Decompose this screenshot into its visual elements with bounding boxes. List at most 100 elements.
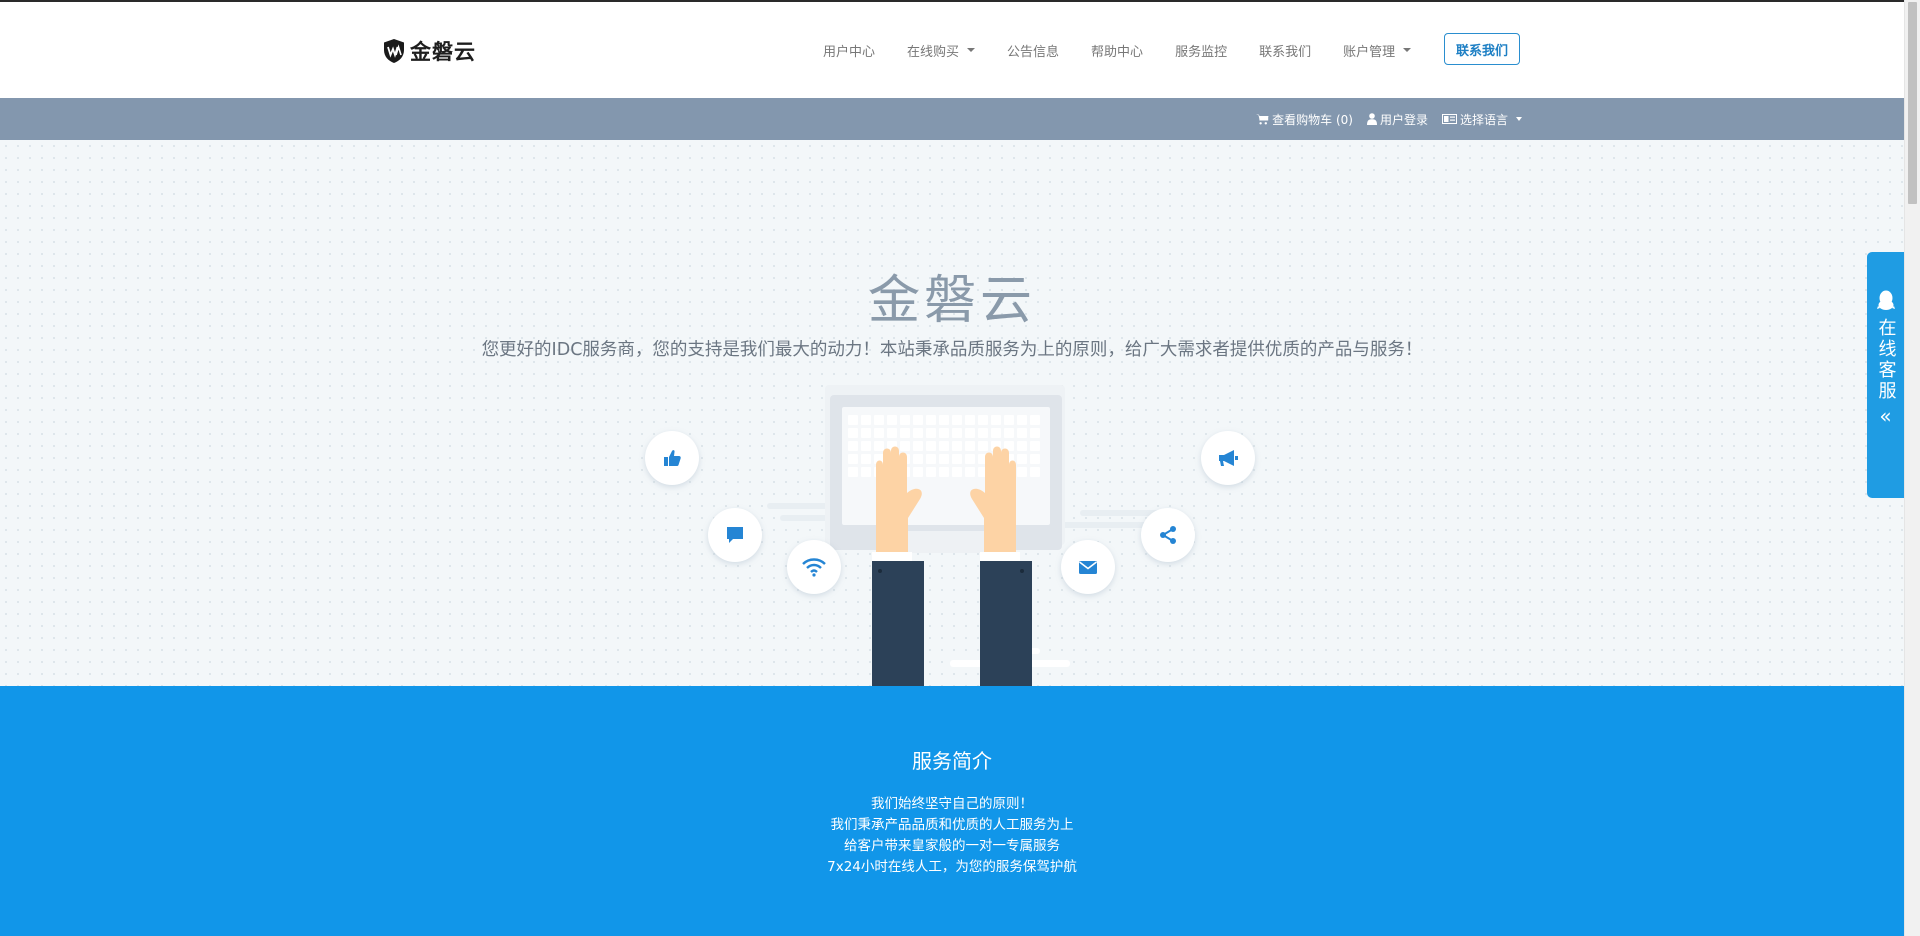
keyboard-key — [1017, 454, 1027, 464]
nav-label: 服务监控 — [1175, 44, 1228, 60]
hero-banner: 金磐云 您更好的IDC服务商，您的支持是我们最大的动力！本站秉承品质服务为上的原… — [0, 140, 1904, 686]
envelope-badge — [1061, 540, 1115, 594]
nav-item-contact-us[interactable]: 联系我们 — [1259, 41, 1311, 60]
keyboard-key — [913, 454, 923, 464]
shield-logo-icon — [384, 39, 404, 63]
service-description: 我们始终坚守自己的原则！ 我们秉承产品品质和优质的人工服务为上 给客户带来皇家般… — [0, 794, 1904, 878]
keyboard-key — [952, 415, 962, 425]
chevron-down-icon — [1403, 48, 1412, 52]
online-support-tab[interactable]: 在线客服 « — [1867, 252, 1904, 498]
thumbs-up-badge — [645, 431, 699, 485]
nav-item-service-monitor[interactable]: 服务监控 — [1175, 41, 1227, 60]
keyboard-key — [939, 428, 949, 438]
keyboard-key — [861, 467, 871, 477]
share-icon — [1160, 526, 1176, 544]
keyboard-key — [991, 428, 1001, 438]
keyboard-key — [952, 467, 962, 477]
keyboard-key — [913, 415, 923, 425]
keyboard-key — [965, 454, 975, 464]
keyboard-key — [1017, 467, 1027, 477]
keyboard-key — [861, 441, 871, 451]
service-line: 给客户带来皇家般的一对一专属服务 — [844, 838, 1060, 854]
thumbs-up-icon — [664, 450, 681, 466]
keyboard-key — [926, 441, 936, 451]
keyboard-key — [926, 428, 936, 438]
keyboard-key — [926, 415, 936, 425]
keyboard-key — [939, 454, 949, 464]
keyboard-key — [1004, 415, 1014, 425]
wifi-badge — [787, 540, 841, 594]
keyboard-key — [978, 428, 988, 438]
user-login-link[interactable]: 用户登录 — [1366, 111, 1428, 128]
nav-label: 账户管理 — [1343, 44, 1396, 60]
keyboard-key — [991, 415, 1001, 425]
site-logo[interactable]: 金磐云 — [382, 36, 476, 66]
utility-bar: 查看购物车 (0) 用户登录 选择语言 — [0, 98, 1904, 140]
language-icon — [1441, 114, 1457, 124]
chevron-down-icon — [1516, 117, 1522, 121]
keyboard-key — [1030, 428, 1040, 438]
nav-label: 帮助中心 — [1091, 44, 1144, 60]
comment-icon — [727, 527, 743, 543]
nav-item-account-management[interactable]: 账户管理 — [1343, 41, 1412, 60]
keyboard-key — [1004, 428, 1014, 438]
keyboard-key — [926, 454, 936, 464]
nav-item-user-center[interactable]: 用户中心 — [823, 41, 875, 60]
keyboard-key — [900, 415, 910, 425]
view-cart-link[interactable]: 查看购物车 (0) — [1256, 111, 1353, 128]
keyboard-key — [913, 467, 923, 477]
keyboard-key — [874, 428, 884, 438]
comment-badge — [708, 508, 762, 562]
double-chevron-left-icon: « — [1879, 404, 1892, 428]
keyboard-key — [848, 454, 858, 464]
scrollbar-thumb[interactable] — [1908, 2, 1917, 204]
keyboard-key — [861, 415, 871, 425]
nav-label: 在线购买 — [907, 44, 960, 60]
contact-us-button[interactable]: 联系我们 — [1444, 33, 1520, 65]
keyboard-key — [952, 454, 962, 464]
keyboard-key — [1017, 415, 1027, 425]
keyboard-key — [939, 415, 949, 425]
site-header: 金磐云 用户中心 在线购买 公告信息 帮助中心 服务监控 联系我们 账户管理 联… — [0, 2, 1904, 98]
user-icon — [1366, 113, 1377, 125]
envelope-icon — [1079, 561, 1097, 574]
keyboard-key — [952, 441, 962, 451]
keyboard-key — [939, 467, 949, 477]
hero-title: 金磐云 — [867, 271, 1036, 331]
nav-item-help-center[interactable]: 帮助中心 — [1091, 41, 1143, 60]
keyboard-key — [848, 415, 858, 425]
service-intro-section: 服务简介 我们始终坚守自己的原则！ 我们秉承产品品质和优质的人工服务为上 给客户… — [0, 686, 1904, 936]
logo-text: 金磐云 — [410, 40, 476, 64]
keyboard-key — [965, 428, 975, 438]
keyboard-key — [1017, 428, 1027, 438]
keyboard-key — [1030, 467, 1040, 477]
keyboard-key — [965, 441, 975, 451]
vertical-scrollbar[interactable] — [1904, 0, 1920, 936]
nav-item-announcements[interactable]: 公告信息 — [1007, 41, 1059, 60]
login-label: 用户登录 — [1379, 112, 1428, 127]
keyboard-key — [913, 441, 923, 451]
bullhorn-badge — [1201, 431, 1255, 485]
chevron-down-icon — [967, 48, 976, 52]
keyboard-key — [848, 467, 858, 477]
cart-label: 查看购物车 (0) — [1272, 112, 1353, 127]
language-selector[interactable]: 选择语言 — [1441, 111, 1522, 128]
keyboard-key — [965, 415, 975, 425]
keyboard-key — [887, 415, 897, 425]
keyboard-key — [900, 428, 910, 438]
keyboard-key — [1030, 454, 1040, 464]
shopping-cart-icon — [1256, 114, 1269, 125]
service-line: 7x24小时在线人工，为您的服务保驾护航 — [827, 859, 1077, 875]
keyboard-key — [861, 428, 871, 438]
language-label: 选择语言 — [1459, 112, 1508, 127]
hero-subtitle: 您更好的IDC服务商，您的支持是我们最大的动力！本站秉承品质服务为上的原则，给广… — [481, 340, 1423, 360]
keyboard-key — [978, 441, 988, 451]
keyboard-key — [1030, 441, 1040, 451]
service-line: 我们始终坚守自己的原则！ — [871, 796, 1033, 812]
keyboard-key — [874, 441, 884, 451]
wifi-icon — [802, 558, 826, 577]
nav-item-buy-online[interactable]: 在线购买 — [907, 41, 976, 60]
main-nav: 用户中心 在线购买 公告信息 帮助中心 服务监控 联系我们 账户管理 — [823, 2, 1443, 98]
keyboard-key — [939, 441, 949, 451]
keyboard-key — [1030, 415, 1040, 425]
